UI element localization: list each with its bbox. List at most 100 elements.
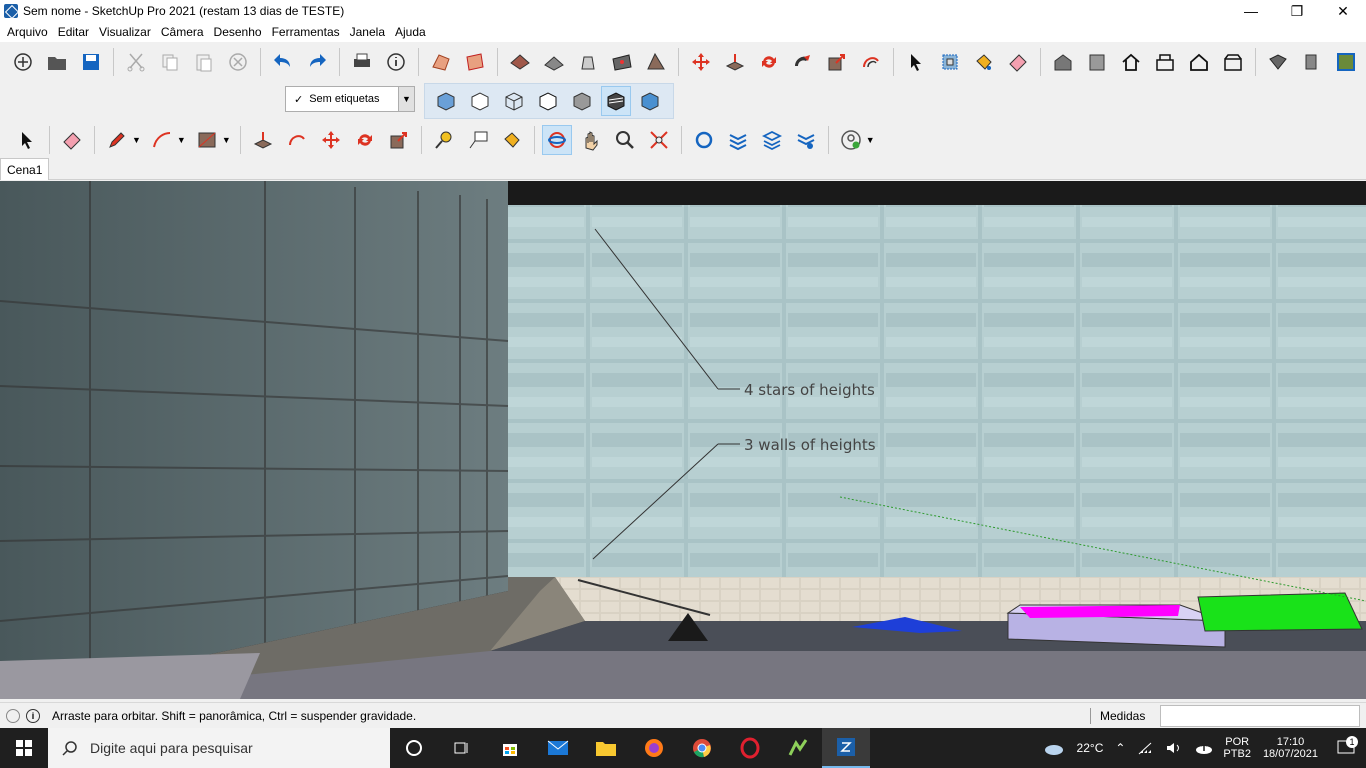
menu-ferramentas[interactable]: Ferramentas <box>267 25 345 39</box>
shaded-textures-icon[interactable] <box>601 86 631 116</box>
geolocation-icon[interactable] <box>6 708 20 723</box>
push-pull-tool-icon[interactable] <box>248 125 278 155</box>
clock[interactable]: 17:10 18/07/2021 <box>1255 736 1326 760</box>
minimize-button[interactable]: — <box>1228 0 1274 22</box>
language-indicator[interactable]: POR PTB2 <box>1219 736 1255 760</box>
wireframe-icon[interactable] <box>499 86 529 116</box>
style-builder-icon[interactable] <box>1297 47 1327 77</box>
chrome-icon[interactable] <box>678 728 726 768</box>
menu-camera[interactable]: Câmera <box>156 25 209 39</box>
chevron-up-icon[interactable]: ⌃ <box>1109 741 1131 755</box>
select-tool-icon[interactable] <box>12 125 42 155</box>
erase-icon[interactable] <box>223 47 253 77</box>
move-icon[interactable] <box>686 47 716 77</box>
shaded-icon[interactable] <box>567 86 597 116</box>
new-icon[interactable] <box>8 47 38 77</box>
drape-icon[interactable] <box>573 47 603 77</box>
move-tool-icon[interactable] <box>316 125 346 155</box>
pan-hand-icon[interactable] <box>576 125 606 155</box>
pencil-icon[interactable] <box>102 125 132 155</box>
scale-icon[interactable] <box>822 47 852 77</box>
menu-desenho[interactable]: Desenho <box>209 25 267 39</box>
measures-input[interactable] <box>1160 705 1360 727</box>
windows-start-icon[interactable] <box>0 728 48 768</box>
tape-measure-icon[interactable] <box>429 125 459 155</box>
stamp-icon[interactable] <box>539 47 569 77</box>
chevron-down-icon[interactable]: ▼ <box>177 135 186 145</box>
task-view-icon[interactable] <box>438 728 486 768</box>
rotate-tool-icon[interactable] <box>350 125 380 155</box>
save-icon[interactable] <box>76 47 106 77</box>
layout-icon[interactable] <box>1263 47 1293 77</box>
tab-cena1[interactable]: Cena1 <box>0 158 50 180</box>
extension-warehouse-icon[interactable] <box>1150 47 1180 77</box>
info-icon[interactable]: i <box>26 708 40 723</box>
follow-me-tool-icon[interactable] <box>282 125 312 155</box>
tag-dropdown[interactable]: ✓ Sem etiquetas ▼ <box>285 86 415 112</box>
push-pull-icon[interactable] <box>720 47 750 77</box>
redo-icon[interactable] <box>302 47 332 77</box>
undo-icon[interactable] <box>268 47 298 77</box>
open-folder-icon[interactable] <box>42 47 72 77</box>
eraser-tool-icon[interactable] <box>57 125 87 155</box>
add-detail-icon[interactable] <box>607 47 637 77</box>
sandbox-contours-icon[interactable] <box>426 47 456 77</box>
sandbox-scratch-icon[interactable] <box>460 47 490 77</box>
weather-temperature[interactable]: 22°C <box>1071 741 1110 755</box>
account-icon[interactable] <box>836 125 866 155</box>
zoom-icon[interactable] <box>610 125 640 155</box>
rotate-icon[interactable] <box>754 47 784 77</box>
arc-icon[interactable] <box>147 125 177 155</box>
app-icon[interactable] <box>774 728 822 768</box>
file-explorer-icon[interactable] <box>582 728 630 768</box>
chevron-down-icon[interactable]: ▼ <box>222 135 231 145</box>
model-viewport[interactable]: 4 stars of heights 3 walls of heights <box>0 181 1366 699</box>
warehouse-icon[interactable] <box>1048 47 1078 77</box>
onedrive-cloud-icon[interactable] <box>1189 741 1219 755</box>
scale-tool-icon[interactable] <box>384 125 414 155</box>
text-tool-icon[interactable] <box>463 125 493 155</box>
paint-bucket-icon[interactable] <box>969 47 999 77</box>
chevron-down-icon[interactable]: ▼ <box>132 135 141 145</box>
copy-icon[interactable] <box>155 47 185 77</box>
extension-manager-icon[interactable] <box>1218 47 1248 77</box>
rectangle-icon[interactable] <box>192 125 222 155</box>
cortana-icon[interactable] <box>390 728 438 768</box>
close-button[interactable]: ✕ <box>1320 0 1366 22</box>
maximize-button[interactable]: ❐ <box>1274 0 1320 22</box>
eraser-icon[interactable] <box>1003 47 1033 77</box>
stack-icon[interactable] <box>757 125 787 155</box>
menu-arquivo[interactable]: Arquivo <box>2 25 53 39</box>
xray-icon[interactable] <box>431 86 461 116</box>
back-edges-icon[interactable] <box>465 86 495 116</box>
cut-icon[interactable] <box>121 47 151 77</box>
flip-edge-icon[interactable] <box>641 47 671 77</box>
opera-icon[interactable] <box>726 728 774 768</box>
settings-stack-icon[interactable] <box>791 125 821 155</box>
paint-tool-icon[interactable] <box>497 125 527 155</box>
chevron-down-icon[interactable]: ▼ <box>866 135 875 145</box>
store-icon[interactable] <box>486 728 534 768</box>
hidden-line-icon[interactable] <box>533 86 563 116</box>
notifications-icon[interactable]: 1 <box>1326 736 1366 756</box>
zoom-extents-icon[interactable] <box>644 125 674 155</box>
weather-cloud-icon[interactable] <box>1037 741 1071 755</box>
smoove-icon[interactable] <box>505 47 535 77</box>
mail-icon[interactable] <box>534 728 582 768</box>
taskbar-search[interactable]: Digite aqui para pesquisar <box>48 728 390 768</box>
monochrome-icon[interactable] <box>635 86 665 116</box>
menu-ajuda[interactable]: Ajuda <box>390 25 431 39</box>
layers-icon[interactable] <box>723 125 753 155</box>
orbit-icon[interactable] <box>541 125 572 155</box>
chevron-down-icon[interactable]: ▼ <box>398 87 414 111</box>
offset-icon[interactable] <box>856 47 886 77</box>
volume-icon[interactable] <box>1159 741 1189 755</box>
home-icon[interactable] <box>1116 47 1146 77</box>
network-icon[interactable] <box>1131 741 1159 755</box>
menu-editar[interactable]: Editar <box>53 25 94 39</box>
firefox-icon[interactable] <box>630 728 678 768</box>
share-model-icon[interactable] <box>1082 47 1112 77</box>
warehouse-3d-icon[interactable] <box>689 125 719 155</box>
house-outline-icon[interactable] <box>1184 47 1214 77</box>
geo-location-icon[interactable] <box>1331 47 1361 77</box>
